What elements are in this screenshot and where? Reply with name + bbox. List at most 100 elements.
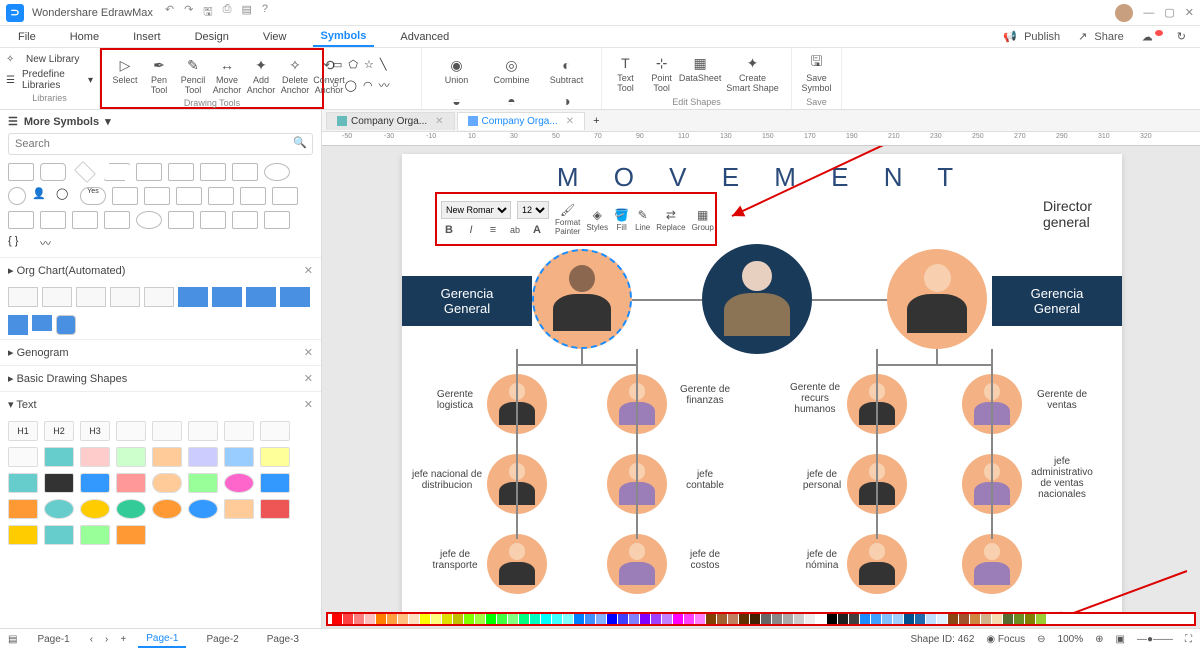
shape-curve[interactable]: 〰 [379,77,390,93]
color-swatch[interactable] [519,614,529,624]
shape-item[interactable] [8,211,34,229]
text-shape[interactable] [44,473,74,493]
color-swatch[interactable] [926,614,936,624]
union-button[interactable]: ◉Union [430,54,483,88]
section-orgchart[interactable]: ▸ Org Chart(Automated)✕ [0,257,321,283]
text-shape[interactable] [188,421,218,441]
color-swatch[interactable] [354,614,364,624]
help-icon[interactable]: ? [262,3,268,22]
color-swatch[interactable] [365,614,375,624]
oc-template[interactable] [246,287,276,307]
oc-template[interactable] [76,287,106,307]
text-shape[interactable] [80,499,110,519]
color-swatch[interactable] [805,614,815,624]
color-swatch[interactable] [497,614,507,624]
text-shape[interactable] [188,447,218,467]
text-shape[interactable] [80,525,110,545]
italic-button[interactable]: I [463,222,479,238]
point-tool-button[interactable]: ⊹Point Tool [645,52,678,97]
text-h3[interactable]: H3 [80,421,110,441]
color-swatch[interactable] [772,614,782,624]
page-tab[interactable]: Page-1 [29,632,77,647]
text-shape[interactable] [116,447,146,467]
export-icon[interactable]: ▤ [241,3,251,22]
color-swatch[interactable] [827,614,837,624]
drawing-page[interactable]: M O V E M E N T New Roman 12 B I ≡ ab [402,154,1122,612]
fontcolor-button[interactable]: A [529,222,545,238]
replace-button[interactable]: ⇄Replace [656,207,685,232]
cloud-icon[interactable]: ☁ [1138,30,1167,44]
color-swatch[interactable] [673,614,683,624]
color-swatch[interactable] [1036,614,1046,624]
oc-template[interactable] [280,287,310,307]
shape-item[interactable]: ◯ [56,187,74,205]
line-button[interactable]: ✎Line [635,207,650,232]
shape-rect[interactable]: ▭ [332,58,342,71]
section-text[interactable]: ▾ Text✕ [0,391,321,417]
color-swatch[interactable] [871,614,881,624]
oc-template[interactable] [8,287,38,307]
pencil-tool[interactable]: ✎Pencil Tool [178,54,208,98]
color-swatch[interactable] [629,614,639,624]
next-page-icon[interactable]: › [105,634,108,645]
new-library-button[interactable]: ✧New Library [6,52,93,67]
menu-file[interactable]: File [10,28,44,46]
color-swatch[interactable] [684,614,694,624]
color-swatch[interactable] [332,614,342,624]
text-h1[interactable]: H1 [8,421,38,441]
color-swatch[interactable] [552,614,562,624]
menu-insert[interactable]: Insert [125,28,169,46]
color-swatch[interactable] [948,614,958,624]
clock-icon[interactable]: ↻ [1173,30,1190,43]
page-tab[interactable]: Page-3 [259,632,307,647]
shape-item[interactable]: Yes [80,187,106,205]
redo-icon[interactable]: ↷ [184,3,193,22]
color-swatch[interactable] [651,614,661,624]
text-shape[interactable] [152,473,182,493]
oc-template[interactable] [110,287,140,307]
text-shape[interactable] [8,499,38,519]
shape-item[interactable] [104,211,130,229]
document-tab[interactable]: Company Orga...✕ [457,112,586,130]
color-swatch[interactable] [838,614,848,624]
subtract-button[interactable]: ◐Subtract [540,54,593,88]
color-swatch[interactable] [420,614,430,624]
menu-advanced[interactable]: Advanced [392,28,457,46]
close-icon[interactable]: ✕ [1185,6,1194,19]
maximize-icon[interactable]: ▢ [1164,6,1174,19]
color-swatch[interactable] [1014,614,1024,624]
org-node[interactable] [607,534,667,594]
shape-item[interactable] [8,163,34,181]
shape-item[interactable] [112,187,138,205]
shape-item[interactable] [136,163,162,181]
add-tab-button[interactable]: + [587,115,605,127]
color-swatch[interactable] [585,614,595,624]
share-link[interactable]: ↗ Share [1074,30,1132,43]
text-shape[interactable] [260,421,290,441]
text-shape[interactable] [8,473,38,493]
shape-item[interactable] [232,163,258,181]
text-h2[interactable]: H2 [44,421,74,441]
color-swatch[interactable] [706,614,716,624]
focus-toggle[interactable]: ◉ Focus [986,634,1025,645]
document-tab[interactable]: Company Orga...✕ [326,112,455,130]
node-top-right[interactable] [887,249,987,349]
styles-button[interactable]: ◈Styles [586,207,608,232]
color-swatch[interactable] [563,614,573,624]
menu-home[interactable]: Home [62,28,107,46]
text-shape[interactable] [224,499,254,519]
shape-item[interactable]: 👤 [32,187,50,205]
menu-symbols[interactable]: Symbols [313,27,375,47]
shape-ellipse[interactable]: ◯ [345,79,357,92]
combine-button[interactable]: ◎Combine [485,54,538,88]
move-anchor-tool[interactable]: ↔Move Anchor [212,54,242,98]
text-shape[interactable] [224,447,254,467]
delete-anchor-tool[interactable]: ✧Delete Anchor [280,54,310,98]
search-icon[interactable]: 🔍 [293,136,307,149]
page-tab[interactable]: Page-1 [138,631,186,648]
color-swatch[interactable] [981,614,991,624]
org-node[interactable] [487,534,547,594]
close-tab-icon[interactable]: ✕ [435,116,443,127]
color-swatch[interactable] [387,614,397,624]
shape-item[interactable] [240,187,266,205]
